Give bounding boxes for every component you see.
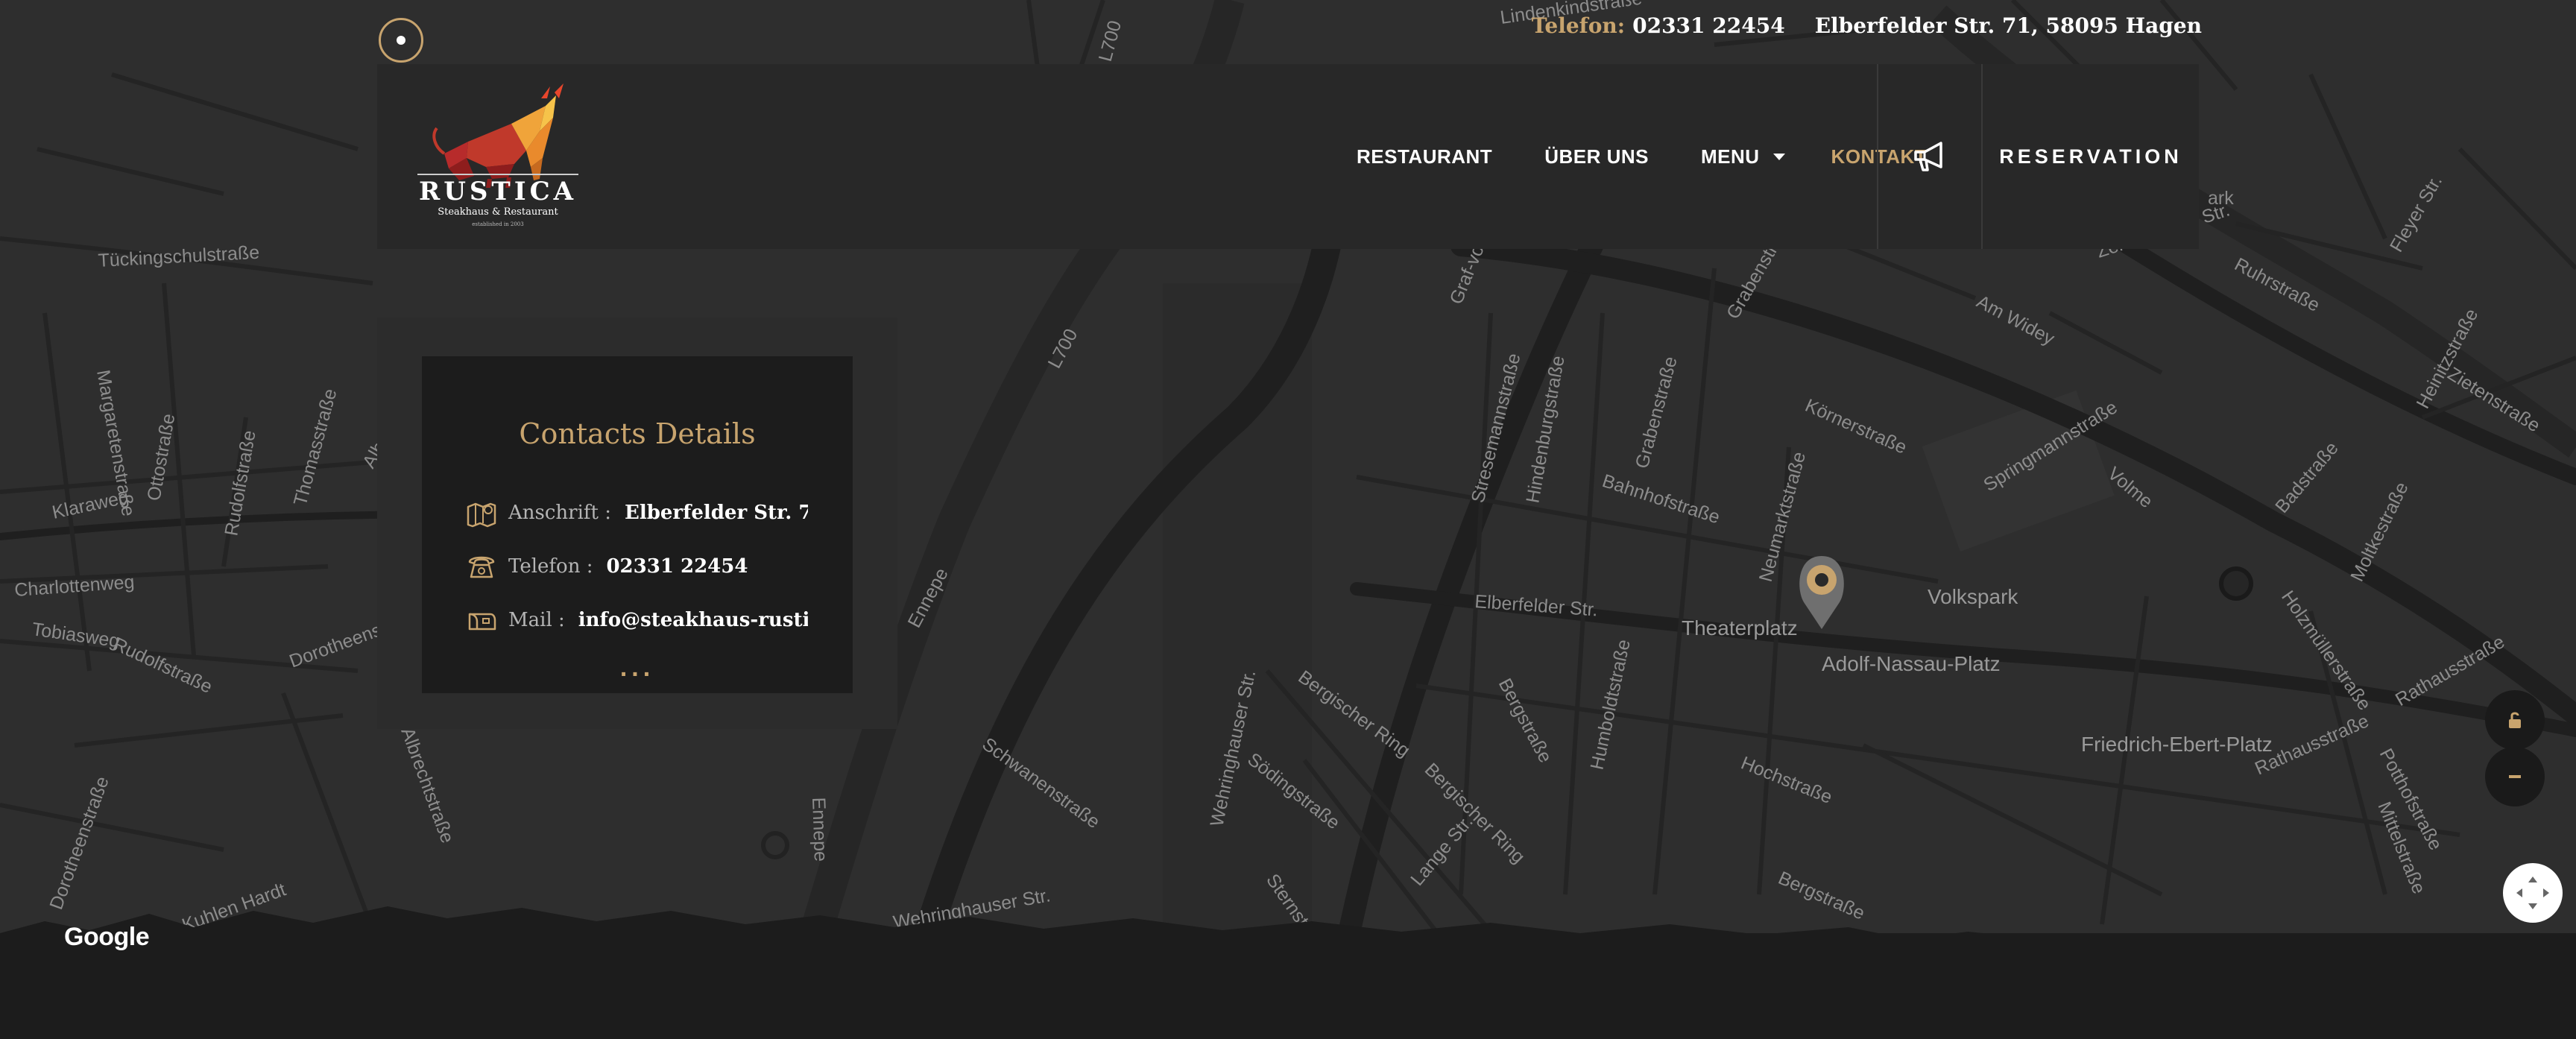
topbar-address: Elberfelder Str. 71, 58095 Hagen	[1814, 13, 2202, 38]
place-label: Adolf-Nassau-Platz	[1822, 652, 2001, 675]
brand-name: RUSTICA	[419, 177, 577, 206]
mailbox-icon	[468, 613, 496, 631]
contact-card: Contacts Details Anschrift : Elberfelder…	[377, 318, 897, 729]
topbar-phone-value[interactable]: 02331 22454	[1632, 13, 1785, 38]
fullscreen-icon	[2516, 877, 2549, 909]
google-attribution[interactable]: Google	[64, 923, 150, 952]
reservation-button[interactable]: RESERVATION	[1983, 64, 2199, 249]
nav-item-uber-uns[interactable]: ÜBER UNS	[1544, 145, 1649, 168]
main-nav: RESTAURANT ÜBER UNS MENU KONTAKT	[1357, 64, 1979, 249]
contact-phone-value[interactable]: 02331 22454	[606, 555, 748, 578]
brand-tagline: Steakhaus & Restaurant	[438, 206, 558, 218]
contact-phone-label: Telefon :	[508, 555, 593, 578]
street-label: Ennepe	[808, 797, 831, 862]
header-divider	[1877, 64, 1878, 249]
contact-mail-row: Mail : info@steakhaus-rustica.de	[465, 604, 808, 637]
fullscreen-button[interactable]	[2503, 863, 2563, 923]
more-dots: ...	[619, 654, 655, 682]
chevron-down-icon	[1772, 153, 1785, 160]
footer-band	[0, 933, 2576, 1039]
megaphone-icon[interactable]	[1910, 136, 1951, 177]
telephone-icon	[468, 556, 495, 578]
menu-toggle-icon[interactable]	[379, 18, 423, 63]
lock-map-button[interactable]	[2485, 690, 2545, 750]
zoom-out-button[interactable]	[2485, 747, 2545, 806]
topbar-info: Telefon: 02331 22454 Elberfelder Str. 71…	[1532, 10, 2202, 40]
place-label: Friedrich-Ebert-Platz	[2081, 733, 2273, 756]
topbar-phone-label: Telefon:	[1531, 13, 1626, 38]
contact-card-inner: Contacts Details Anschrift : Elberfelder…	[422, 356, 853, 693]
nav-item-menu[interactable]: MENU	[1701, 145, 1785, 168]
contact-mail-label: Mail :	[508, 609, 565, 631]
contact-mail-value[interactable]: info@steakhaus-rustica.de	[578, 609, 808, 631]
contact-address-value: Elberfelder Str. 71, 58095 Hagen	[625, 502, 808, 524]
minus-icon	[2509, 775, 2521, 778]
map-icon	[467, 502, 496, 528]
contact-address-row: Anschrift : Elberfelder Str. 71, 58095 H…	[465, 496, 808, 529]
place-label: Volkspark	[1928, 585, 2018, 608]
nav-item-menu-label: MENU	[1700, 145, 1760, 168]
rustica-logo[interactable]: RUSTICA Steakhaus & Restaurant establish…	[414, 76, 581, 233]
place-label: Theaterplatz	[1682, 616, 1798, 639]
nav-item-restaurant[interactable]: RESTAURANT	[1357, 145, 1492, 168]
site-header: RUSTICA Steakhaus & Restaurant establish…	[377, 64, 2199, 249]
contact-phone-row: Telefon : 02331 22454	[465, 550, 808, 583]
street-label: ark	[2208, 188, 2234, 209]
brand-established: established in 2003	[472, 221, 523, 227]
contact-address-label: Anschrift :	[508, 502, 612, 524]
contact-title: Contacts Details	[519, 417, 756, 450]
lock-icon	[2509, 712, 2521, 728]
